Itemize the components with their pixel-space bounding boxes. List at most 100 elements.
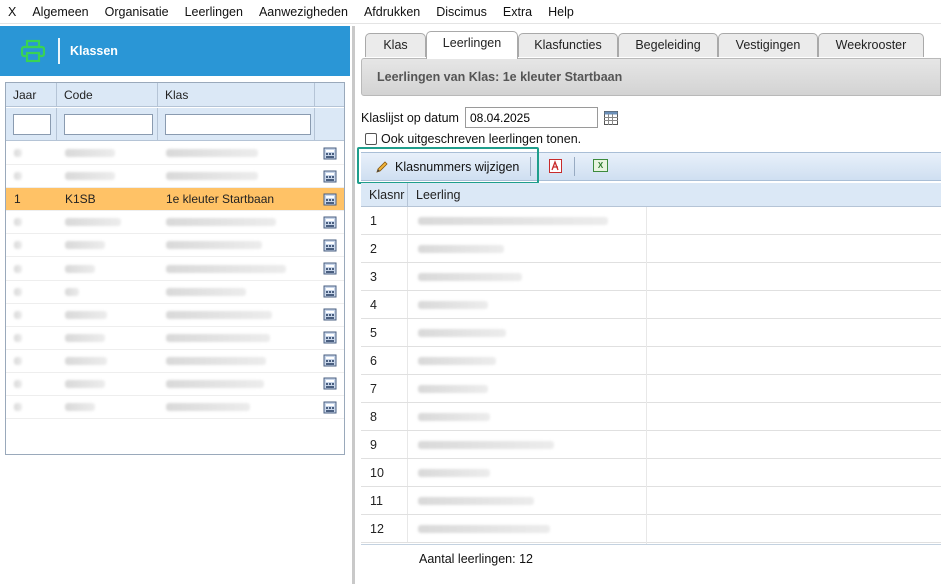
klas-row[interactable] — [6, 142, 344, 166]
calculator-icon[interactable] — [315, 211, 344, 233]
calendar-icon[interactable] — [603, 110, 618, 125]
col-jaar[interactable]: Jaar — [6, 83, 57, 107]
menu-leerlingen[interactable]: Leerlingen — [177, 0, 251, 24]
menu-discimus[interactable]: Discimus — [428, 0, 495, 24]
menu-afdrukken[interactable]: Afdrukken — [356, 0, 428, 24]
tab-leerlingen[interactable]: Leerlingen — [426, 31, 518, 59]
menu-bar: X Algemeen Organisatie Leerlingen Aanwez… — [0, 0, 941, 24]
col-code[interactable]: Code — [57, 83, 158, 107]
calculator-icon[interactable] — [315, 373, 344, 395]
student-row[interactable]: 7 — [361, 375, 941, 403]
calculator-icon[interactable] — [315, 304, 344, 326]
leerling-cell — [408, 403, 490, 430]
grid-filter-row — [6, 107, 344, 141]
menu-organisatie[interactable]: Organisatie — [97, 0, 177, 24]
klas-row[interactable] — [6, 211, 344, 235]
menu-extra[interactable]: Extra — [495, 0, 540, 24]
student-row[interactable]: 3 — [361, 263, 941, 291]
date-row: Klaslijst op datum — [361, 107, 618, 128]
menu-help[interactable]: Help — [540, 0, 582, 24]
student-row[interactable]: 1 — [361, 207, 941, 235]
menu-algemeen[interactable]: Algemeen — [24, 0, 96, 24]
leerling-cell — [408, 347, 496, 374]
subheader: Leerlingen van Klas: 1e kleuter Startbaa… — [361, 58, 941, 96]
student-row[interactable]: 6 — [361, 347, 941, 375]
calculator-icon[interactable] — [315, 281, 344, 303]
show-unsubscribed-checkbox[interactable]: Ook uitgeschreven leerlingen tonen. — [365, 132, 581, 146]
redacted-name — [418, 300, 488, 309]
filter-code-input[interactable] — [64, 113, 153, 135]
klas-row[interactable] — [6, 373, 344, 397]
tab-klasfuncties[interactable]: Klasfuncties — [518, 33, 618, 57]
redacted-text — [166, 149, 258, 158]
klas-row[interactable] — [6, 165, 344, 189]
calculator-icon[interactable] — [315, 396, 344, 418]
leerling-cell — [408, 207, 608, 234]
student-row[interactable]: 11 — [361, 487, 941, 515]
cell-code: K1SB — [65, 192, 96, 207]
menu-aanwezigheden[interactable]: Aanwezigheden — [251, 0, 356, 24]
redacted-text — [65, 310, 107, 319]
col-klas[interactable]: Klas — [158, 83, 315, 107]
tab-weekrooster[interactable]: Weekrooster — [818, 33, 924, 57]
calculator-icon[interactable] — [315, 257, 344, 279]
student-row[interactable]: 2 — [361, 235, 941, 263]
leerling-cell — [408, 487, 534, 514]
subheader-title: Leerlingen van Klas: 1e kleuter Startbaa… — [377, 70, 623, 84]
menu-close[interactable]: X — [0, 0, 24, 24]
date-input[interactable] — [464, 107, 598, 128]
klasnummers-label: Klasnummers wijzigen — [395, 159, 520, 174]
redacted-text — [14, 264, 22, 273]
redacted-text — [65, 287, 79, 296]
filter-klas-input[interactable] — [165, 113, 311, 135]
klas-row[interactable] — [6, 281, 344, 304]
klas-row[interactable] — [6, 304, 344, 327]
redacted-name — [418, 272, 522, 281]
student-row[interactable]: 12 — [361, 515, 941, 543]
calculator-icon[interactable] — [315, 142, 344, 164]
student-row[interactable]: 10 — [361, 459, 941, 487]
student-row[interactable]: 5 — [361, 319, 941, 347]
calculator-icon[interactable] — [315, 234, 344, 256]
checkbox-box[interactable] — [365, 133, 377, 145]
student-row[interactable]: 4 — [361, 291, 941, 319]
col-leerling[interactable]: Leerling — [408, 183, 460, 207]
klas-row[interactable] — [6, 350, 344, 373]
filter-jaar-input[interactable] — [13, 113, 51, 135]
redacted-name — [418, 468, 490, 477]
student-row[interactable]: 9 — [361, 431, 941, 459]
student-count: Aantal leerlingen: 12 — [419, 551, 533, 566]
redacted-text — [166, 172, 258, 181]
student-row[interactable]: 8 — [361, 403, 941, 431]
calculator-icon[interactable] — [315, 350, 344, 372]
klasnr-cell: 10 — [361, 459, 408, 486]
klas-row[interactable] — [6, 327, 344, 350]
calculator-icon[interactable] — [315, 327, 344, 349]
tab-klas[interactable]: Klas — [365, 33, 426, 57]
pdf-icon[interactable] — [549, 159, 562, 173]
redacted-text — [65, 241, 105, 250]
grid-header: Jaar Code Klas — [6, 83, 344, 107]
excel-icon[interactable]: X — [593, 159, 608, 172]
calculator-icon[interactable] — [315, 165, 344, 187]
checkbox-label: Ook uitgeschreven leerlingen tonen. — [381, 132, 582, 146]
tab-bar: Klas Leerlingen Klasfuncties Begeleiding… — [355, 26, 941, 59]
redacted-text — [166, 218, 276, 227]
redacted-text — [166, 264, 286, 273]
tab-begeleiding[interactable]: Begeleiding — [618, 33, 718, 57]
printer-icon[interactable] — [20, 39, 46, 63]
leerling-cell — [408, 235, 504, 262]
klas-row[interactable] — [6, 234, 344, 258]
klas-row-selected[interactable]: 1 K1SB 1e kleuter Startbaan — [6, 188, 344, 212]
leerling-cell — [408, 375, 488, 402]
redacted-name — [418, 384, 488, 393]
tab-vestigingen[interactable]: Vestigingen — [718, 33, 818, 57]
klassen-header: Klassen — [0, 26, 350, 76]
klas-row[interactable] — [6, 257, 344, 281]
redacted-text — [14, 379, 22, 388]
calculator-icon[interactable] — [315, 188, 344, 210]
col-klasnr[interactable]: Klasnr — [361, 183, 408, 207]
klas-row[interactable] — [6, 396, 344, 420]
panel-splitter[interactable] — [352, 26, 355, 584]
klasnummers-wijzigen-button[interactable]: Klasnummers wijzigen — [375, 154, 519, 179]
